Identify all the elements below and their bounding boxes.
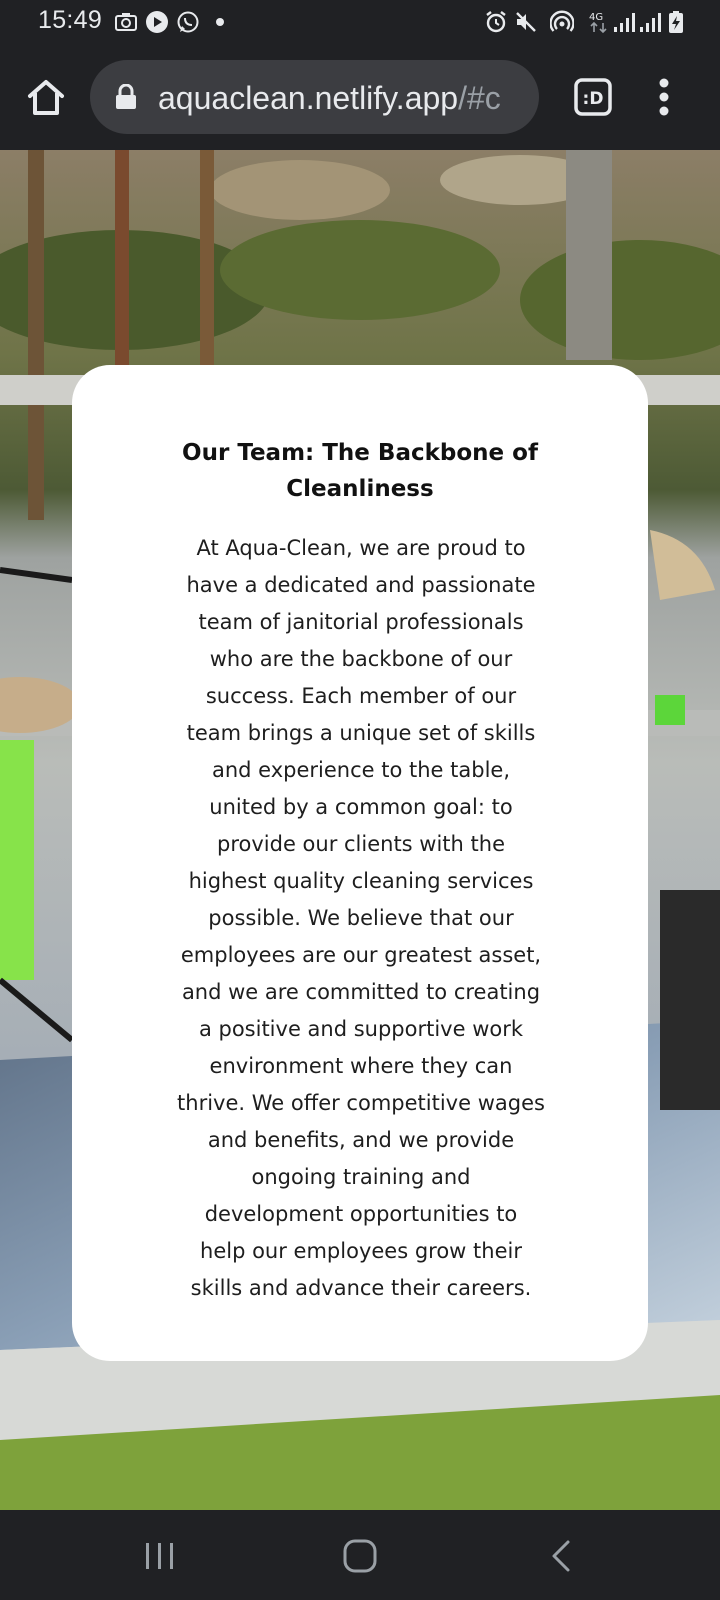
browser-toolbar: aquaclean.netlify.app/#c :D xyxy=(0,44,720,150)
address-bar[interactable]: aquaclean.netlify.app/#c xyxy=(90,60,539,134)
status-time: 15:49 xyxy=(38,6,103,34)
web-content[interactable]: Our Team: The Backbone of Cleanliness At… xyxy=(0,150,720,1510)
body-line: have a dedicated and passionate xyxy=(186,573,536,597)
browser-menu-button[interactable] xyxy=(652,76,676,118)
body-line: help our employees grow their xyxy=(200,1239,522,1263)
tab-switcher-icon: :D xyxy=(574,78,612,116)
body-line: environment where they can xyxy=(209,1054,513,1078)
body-line: a positive and supportive work xyxy=(198,1017,524,1041)
body-line: thrive. We offer competitive wages xyxy=(177,1091,545,1115)
body-line: and experience to the table, xyxy=(211,758,510,782)
body-line: employees are our greatest asset, xyxy=(180,943,542,967)
svg-text::D: :D xyxy=(583,89,604,109)
body-line: united by a common goal: to xyxy=(209,795,513,819)
lock-icon xyxy=(116,84,136,109)
battery-charging-icon xyxy=(664,10,688,34)
body-line: skills and advance their careers. xyxy=(190,1276,532,1300)
body-line: team of janitorial professionals xyxy=(198,610,524,634)
signal-icon xyxy=(638,10,662,34)
url-path: /#c xyxy=(458,80,501,116)
signal-icon xyxy=(612,10,636,34)
body-line: and benefits, and we provide xyxy=(207,1128,515,1152)
body-line: highest quality cleaning services xyxy=(188,869,534,893)
body-line: At Aqua-Clean, we are proud to xyxy=(196,536,526,560)
body-line: ongoing training and xyxy=(251,1165,471,1189)
card-body-text: At Aqua-Clean, we are proud to have a de… xyxy=(146,530,576,1307)
notification-dot-icon xyxy=(210,10,234,34)
camera-icon xyxy=(114,10,138,34)
url-text: aquaclean.netlify.app/#c xyxy=(158,78,530,118)
whatsapp-icon xyxy=(176,10,200,34)
tab-switcher-button[interactable]: :D xyxy=(574,78,612,116)
recent-apps-button[interactable] xyxy=(138,1534,182,1578)
body-line: provide our clients with the xyxy=(217,832,505,856)
home-icon xyxy=(28,80,64,115)
alarm-icon xyxy=(484,10,508,34)
body-line: and we are committed to creating xyxy=(181,980,541,1004)
home-nav-button[interactable] xyxy=(338,1534,382,1578)
body-line: who are the backbone of our xyxy=(209,647,513,671)
url-domain: aquaclean.netlify.app xyxy=(158,80,459,116)
body-line: success. Each member of our xyxy=(205,684,517,708)
card-title-line: Our Team: The Backbone of xyxy=(182,440,538,466)
our-team-card: Our Team: The Backbone of Cleanliness At… xyxy=(72,365,648,1361)
status-bar: 15:49 4G xyxy=(0,0,720,44)
back-icon xyxy=(552,1540,570,1572)
more-vert-icon xyxy=(659,78,669,116)
body-line: development opportunities to xyxy=(204,1202,518,1226)
home-icon xyxy=(343,1539,377,1573)
card-title: Our Team: The Backbone of Cleanliness xyxy=(112,435,608,507)
home-button[interactable] xyxy=(24,75,68,119)
body-line: possible. We believe that our xyxy=(208,906,514,930)
4g-icon: 4G xyxy=(588,10,612,34)
back-button[interactable] xyxy=(540,1534,584,1578)
card-title-line: Cleanliness xyxy=(286,476,434,502)
system-nav-bar xyxy=(0,1510,720,1600)
svg-text:4G: 4G xyxy=(589,12,603,23)
play-icon xyxy=(145,10,169,34)
recent-apps-icon xyxy=(146,1543,173,1569)
hotspot-icon xyxy=(550,10,574,34)
body-line: team brings a unique set of skills xyxy=(186,721,536,745)
mute-icon xyxy=(514,10,538,34)
